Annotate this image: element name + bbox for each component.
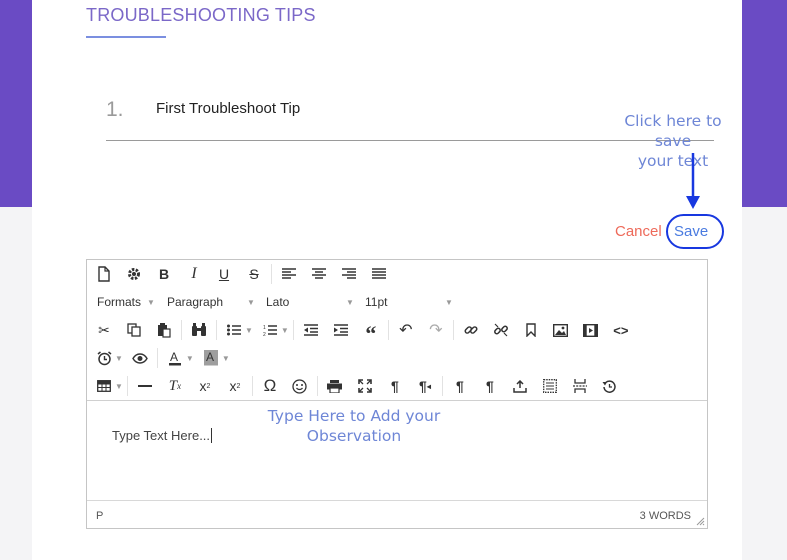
new-document-icon[interactable]	[89, 261, 119, 287]
svg-text:A: A	[170, 350, 178, 364]
block-format-dropdown[interactable]: Paragraph ▼	[157, 289, 256, 315]
chevron-down-icon: ▼	[346, 297, 354, 307]
element-path[interactable]: P	[96, 510, 103, 522]
image-icon[interactable]	[546, 317, 576, 343]
special-character-icon[interactable]: Ω	[255, 373, 285, 399]
restore-draft-icon[interactable]	[595, 373, 625, 399]
align-right-icon[interactable]	[334, 261, 364, 287]
source-code-icon[interactable]: <>	[606, 317, 636, 343]
toolbar-separator	[251, 376, 253, 396]
ltr-icon[interactable]: ¶	[380, 373, 410, 399]
chevron-down-icon[interactable]: ▼	[186, 354, 194, 363]
title-underline	[86, 36, 166, 38]
superscript-icon[interactable]: x2	[220, 373, 250, 399]
svg-text:2: 2	[263, 332, 266, 337]
clear-formatting-icon[interactable]: Tx	[160, 373, 190, 399]
type-annotation-line1: Type Here to Add your	[267, 407, 441, 425]
toolbar-separator	[316, 376, 318, 396]
svg-text:1: 1	[263, 325, 266, 331]
subscript-icon[interactable]: x2	[190, 373, 220, 399]
bold-icon[interactable]: B	[149, 261, 179, 287]
svg-text:A: A	[206, 350, 214, 364]
type-annotation: Type Here to Add your Observation	[262, 406, 446, 446]
emoticons-icon[interactable]	[285, 373, 315, 399]
toolbar-separator	[441, 376, 443, 396]
font-size-dropdown[interactable]: 11pt ▼	[355, 289, 454, 315]
unlink-icon[interactable]	[486, 317, 516, 343]
type-annotation-line2: Observation	[306, 427, 402, 445]
cancel-button[interactable]: Cancel	[615, 223, 662, 240]
blockquote-icon[interactable]: “	[356, 317, 386, 346]
toolbar-separator	[181, 320, 182, 340]
indent-icon[interactable]	[326, 317, 356, 343]
chevron-down-icon[interactable]: ▼	[245, 326, 253, 335]
toolbar-separator	[452, 320, 454, 340]
underline-icon[interactable]: U	[209, 261, 239, 287]
find-replace-icon[interactable]	[184, 317, 214, 343]
font-family-label: Lato	[266, 295, 290, 309]
tip-title[interactable]: First Troubleshoot Tip	[156, 100, 300, 117]
nonbreaking-icon[interactable]: ¶	[475, 373, 505, 399]
toolbar-separator	[156, 348, 158, 368]
chevron-down-icon: ▼	[445, 297, 453, 307]
tip-number: 1.	[106, 98, 124, 121]
cut-icon[interactable]: ✂	[89, 317, 119, 343]
chevron-down-icon[interactable]: ▼	[115, 382, 123, 391]
undo-icon[interactable]: ↶	[391, 317, 421, 343]
font-size-label: 11pt	[365, 295, 388, 309]
align-center-icon[interactable]	[304, 261, 334, 287]
chevron-down-icon[interactable]: ▼	[115, 354, 123, 363]
copy-icon[interactable]	[119, 317, 149, 343]
strikethrough-icon[interactable]: S	[239, 261, 269, 287]
toolbar-separator	[126, 376, 128, 396]
toolbar-separator	[216, 320, 217, 340]
horizontal-rule-icon[interactable]	[130, 373, 160, 399]
preview-icon[interactable]	[125, 345, 155, 371]
editor-statusbar: P 3 WORDS	[87, 500, 707, 528]
page-break-icon[interactable]	[565, 373, 595, 399]
link-icon[interactable]	[456, 317, 486, 343]
word-count: 3 WORDS	[639, 510, 691, 522]
italic-icon[interactable]: I	[179, 261, 209, 287]
chevron-down-icon[interactable]: ▼	[281, 326, 289, 335]
chevron-down-icon: ▼	[147, 297, 155, 307]
toolbar-separator	[387, 320, 389, 340]
toolbar-separator	[292, 320, 294, 340]
editor-text-value: Type Text Here...	[112, 428, 211, 443]
align-justify-icon[interactable]	[364, 261, 394, 287]
resize-handle-icon[interactable]	[696, 517, 705, 526]
upload-icon[interactable]	[505, 373, 535, 399]
editor-text[interactable]: Type Text Here...	[112, 428, 213, 443]
font-family-dropdown[interactable]: Lato ▼	[256, 289, 355, 315]
fullscreen-icon[interactable]	[350, 373, 380, 399]
rtl-icon[interactable]: ¶ ◂	[410, 373, 440, 399]
save-annotation: Click here to save your text	[606, 111, 740, 171]
formats-label: Formats	[97, 295, 142, 309]
editor-toolbar: B I U S Formats ▼ Paragraph ▼ Lato ▼ 11p…	[87, 260, 707, 401]
chevron-down-icon: ▼	[247, 297, 255, 307]
save-annotation-line2: your text	[637, 152, 709, 170]
text-cursor	[211, 428, 213, 443]
save-annotation-line1: Click here to save	[624, 112, 722, 150]
chevron-down-icon[interactable]: ▼	[222, 354, 230, 363]
template-icon[interactable]	[535, 373, 565, 399]
section-title: TROUBLESHOOTING TIPS	[86, 5, 316, 25]
formats-dropdown[interactable]: Formats ▼	[87, 289, 157, 315]
redo-icon[interactable]: ↷	[421, 317, 451, 343]
bookmark-icon[interactable]	[516, 317, 546, 343]
print-icon[interactable]	[320, 373, 350, 399]
rich-text-editor: B I U S Formats ▼ Paragraph ▼ Lato ▼ 11p…	[86, 259, 708, 529]
show-blocks-icon[interactable]: ¶	[445, 373, 475, 399]
toolbar-separator	[271, 264, 272, 284]
media-icon[interactable]	[576, 317, 606, 343]
paste-icon[interactable]	[149, 317, 179, 343]
align-left-icon[interactable]	[274, 261, 304, 287]
save-button[interactable]: Save	[674, 223, 708, 240]
settings-icon[interactable]	[119, 261, 149, 287]
block-format-label: Paragraph	[167, 295, 224, 309]
outdent-icon[interactable]	[296, 317, 326, 343]
